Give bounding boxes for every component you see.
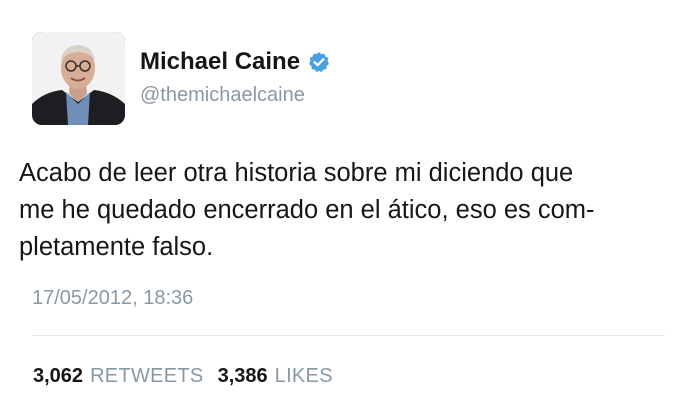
author-display-name[interactable]: Michael Caine (140, 48, 300, 76)
tweet-timestamp[interactable]: 17/05/2012, 18:36 (32, 287, 193, 310)
tweet-text: Acabo de leer otra historia sobre mi dic… (19, 155, 684, 266)
tweet-text-line: Acabo de leer otra historia sobre mi dic… (19, 159, 574, 187)
likes-stat[interactable]: 3,386 LIKES (218, 365, 333, 388)
avatar-photo (32, 32, 125, 125)
author-name-row[interactable]: Michael Caine (140, 48, 330, 76)
tweet-stats: 3,062 RETWEETS 3,386 LIKES (33, 365, 347, 388)
likes-label: LIKES (274, 365, 333, 387)
retweets-count: 3,062 (33, 365, 84, 387)
likes-count: 3,386 (217, 365, 268, 387)
tweet-text-line: me he quedado encerrado en el ático, eso… (19, 196, 595, 224)
tweet-text-line: pletamente falso. (19, 233, 214, 261)
divider (33, 335, 665, 336)
tweet-card: Michael Caine @themichaelcaine Acabo de … (0, 0, 700, 418)
retweets-label: RETWEETS (90, 365, 204, 387)
retweets-stat[interactable]: 3,062 RETWEETS (33, 365, 204, 388)
avatar[interactable] (32, 32, 125, 125)
author-handle[interactable]: @themichaelcaine (140, 84, 305, 107)
verified-badge-icon (308, 51, 330, 73)
